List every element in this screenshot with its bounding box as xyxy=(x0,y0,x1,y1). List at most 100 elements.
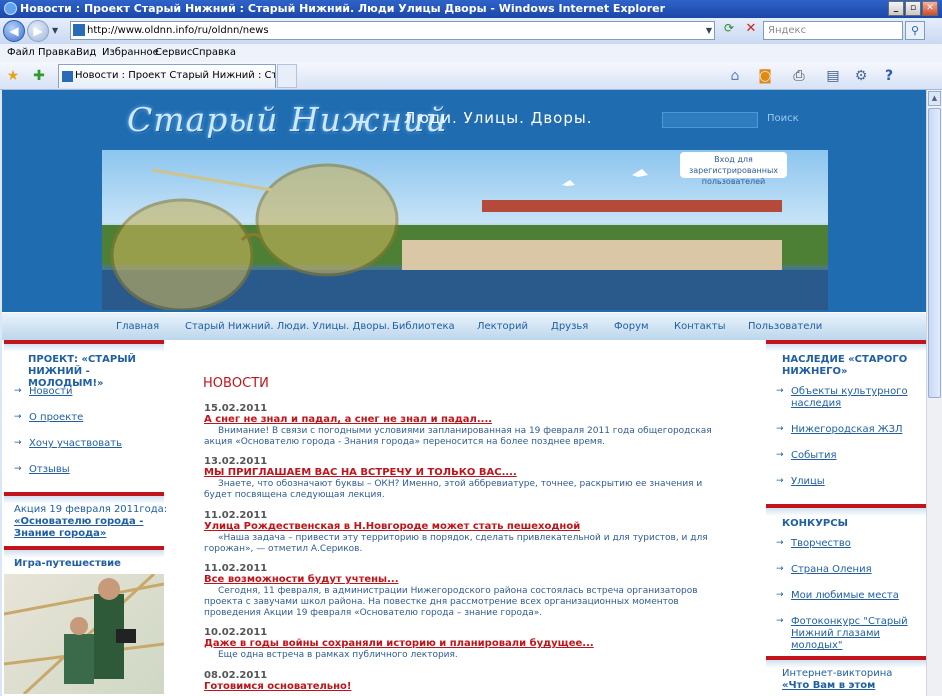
news-title[interactable]: Готовимся основательно! xyxy=(204,681,351,692)
site-search-input[interactable] xyxy=(662,112,758,128)
search-input[interactable]: Яндекс xyxy=(763,21,903,40)
news-date: 11.02.2011 xyxy=(204,563,268,574)
action-text: Акция 19 февраля 2011года: xyxy=(14,504,168,515)
action-box: Акция 19 февраля 2011года: «Основателю г… xyxy=(4,492,168,542)
vertical-scrollbar[interactable]: ▲ xyxy=(926,90,942,696)
minimize-button[interactable]: _ xyxy=(888,1,904,16)
nav-library[interactable]: Библиотека xyxy=(392,321,455,332)
quiz-box: Интернет-викторина «Что Вам в этом xyxy=(766,656,926,696)
news-title[interactable]: А снег не знал и падал, а снег не знал и… xyxy=(204,414,492,425)
nav-friends[interactable]: Друзья xyxy=(551,321,588,332)
stop-icon[interactable]: ✕ xyxy=(741,21,761,40)
address-url: http://www.oldnn.info/ru/oldnn/news xyxy=(87,25,269,36)
nav-forum[interactable]: Форум xyxy=(614,321,649,332)
news-title[interactable]: Даже в годы войны сохраняли историю и пл… xyxy=(204,638,594,649)
sidebar-item-olenia[interactable]: Страна Оления xyxy=(776,564,872,575)
quiz-text: Интернет-викторина xyxy=(782,668,893,679)
menu-bar: Файл Правка Вид Избранное Сервис Справка xyxy=(0,44,942,62)
sidebar-item-favorite-places[interactable]: Мои любимые места xyxy=(776,590,899,601)
site-slogan: Люди. Улицы. Дворы. xyxy=(404,109,593,127)
menu-favorites[interactable]: Избранное xyxy=(102,47,159,58)
rss-icon[interactable]: ◙ xyxy=(756,67,774,85)
box-header-gradient xyxy=(766,508,926,516)
search-icon[interactable]: ⚲ xyxy=(905,21,925,40)
news-text: Сегодня, 11 февраля, в администрации Ниж… xyxy=(204,586,698,618)
address-toolbar: ◀ ▶ ▼ http://www.oldnn.info/ru/oldnn/new… xyxy=(0,18,942,44)
news-date: 13.02.2011 xyxy=(204,456,268,467)
box-header-gradient xyxy=(4,344,164,352)
news-text: Знаете, что обозначают буквы – ОКН? Имен… xyxy=(204,479,703,500)
nav-lectures[interactable]: Лекторий xyxy=(477,321,528,332)
address-bar[interactable]: http://www.oldnn.info/ru/oldnn/news ▼ xyxy=(70,21,715,40)
maximize-button[interactable]: ▫ xyxy=(905,1,921,16)
add-favorite-icon[interactable]: ✚ xyxy=(30,67,48,85)
favorites-star-icon[interactable]: ★ xyxy=(4,67,22,85)
news-text: Еще одна встреча в рамках публичного лек… xyxy=(218,650,458,660)
tab-bar: ★ ✚ Новости : Проект Старый Нижний : Ста… xyxy=(0,62,942,90)
sidebar-item-creativity[interactable]: Творчество xyxy=(776,538,851,549)
quiz-link[interactable]: «Что Вам в этом xyxy=(782,680,875,691)
address-dropdown-icon[interactable]: ▼ xyxy=(706,22,712,39)
help-icon[interactable]: ? xyxy=(880,67,898,85)
menu-file[interactable]: Файл xyxy=(7,47,35,58)
menu-view[interactable]: Вид xyxy=(76,47,96,58)
action-link[interactable]: «Основателю города - Знание города» xyxy=(14,516,154,540)
sidebar-item-news[interactable]: Новости xyxy=(14,386,72,397)
contests-title: КОНКУРСЫ xyxy=(782,518,848,529)
news-title[interactable]: Все возможности будут учтены... xyxy=(204,574,399,585)
tab-favicon-icon xyxy=(62,71,73,82)
refresh-icon[interactable]: ⟳ xyxy=(719,21,739,40)
window-title: Новости : Проект Старый Нижний : Старый … xyxy=(20,2,666,15)
site-logo[interactable]: Старый Нижний xyxy=(127,100,448,139)
game-photo[interactable] xyxy=(3,572,165,696)
close-window-button[interactable]: ✕ xyxy=(922,1,938,16)
site-header: Старый Нижний Люди. Улицы. Дворы. Поиск xyxy=(2,90,926,322)
sidebar-item-famous-people[interactable]: Нижегородская ЖЗЛ xyxy=(776,424,903,435)
box-header-gradient xyxy=(4,550,164,558)
news-text: Внимание! В связи с погодными условиями … xyxy=(204,426,712,447)
menu-tools[interactable]: Сервис xyxy=(155,47,192,58)
box-header-gradient xyxy=(766,660,926,668)
history-dropdown-icon[interactable]: ▼ xyxy=(52,26,58,35)
box-header-gradient xyxy=(4,496,164,504)
news-text: «Наша задача – привести эту территорию в… xyxy=(204,533,708,554)
tools-gear-icon[interactable]: ⚙ xyxy=(852,67,870,85)
login-link[interactable]: Вход для зарегистрированных пользователе… xyxy=(680,152,787,186)
game-photo-illustration xyxy=(3,572,165,696)
title-bar: Новости : Проект Старый Нижний : Старый … xyxy=(0,0,942,18)
sidebar-item-photo-contest[interactable]: Фотоконкурс "Старый Нижний глазами молод… xyxy=(776,616,926,652)
nav-home[interactable]: Главная xyxy=(116,321,159,332)
menu-help[interactable]: Справка xyxy=(192,47,236,58)
tab-news[interactable]: Новости : Проект Старый Нижний : Старый … xyxy=(58,64,276,88)
nav-users[interactable]: Пользователи xyxy=(748,321,822,332)
game-title: Игра-путешествие xyxy=(14,558,121,569)
heritage-title: НАСЛЕДИЕ «СТАРОГО НИЖНЕГО» xyxy=(782,354,908,377)
news-date: 11.02.2011 xyxy=(204,510,268,521)
news-heading: НОВОСТИ xyxy=(203,376,269,391)
news-title[interactable]: МЫ ПРИГЛАШАЕМ ВАС НА ВСТРЕЧУ И ТОЛЬКО ВА… xyxy=(204,467,517,478)
browser-window: Новости : Проект Старый Нижний : Старый … xyxy=(0,0,942,696)
nav-contacts[interactable]: Контакты xyxy=(674,321,725,332)
news-title[interactable]: Улица Рождественская в Н.Новгороде может… xyxy=(204,521,580,532)
sidebar-item-streets[interactable]: Улицы xyxy=(776,476,825,487)
contests-box: КОНКУРСЫ Творчество Страна Оления Мои лю… xyxy=(766,504,926,656)
scroll-thumb[interactable] xyxy=(928,108,941,398)
sidebar-item-events[interactable]: События xyxy=(776,450,837,461)
scroll-up-icon[interactable]: ▲ xyxy=(928,91,941,106)
sidebar-item-participate[interactable]: Хочу участвовать xyxy=(14,438,122,449)
sidebar-item-about[interactable]: О проекте xyxy=(14,412,83,423)
sidebar-item-heritage-objects[interactable]: Объекты культурного наследия xyxy=(776,386,926,410)
project-box: ПРОЕКТ: «СТАРЫЙ НИЖНИЙ - МОЛОДЫМ!» Новос… xyxy=(4,340,164,484)
print-icon[interactable]: ⎙ xyxy=(790,67,808,85)
site-search-button[interactable]: Поиск xyxy=(767,113,799,124)
main-navigation: Главная Старый Нижний. Люди. Улицы. Двор… xyxy=(2,312,926,340)
nav-old-nizhny[interactable]: Старый Нижний. Люди. Улицы. Дворы. xyxy=(185,321,390,332)
home-icon[interactable]: ⌂ xyxy=(726,67,744,85)
menu-edit[interactable]: Правка xyxy=(38,47,76,58)
sidebar-item-reviews[interactable]: Отзывы xyxy=(14,464,70,475)
box-header-gradient xyxy=(766,344,926,352)
new-tab-button[interactable] xyxy=(277,64,297,88)
back-button[interactable]: ◀ xyxy=(3,20,25,42)
page-icon[interactable]: ▤ xyxy=(824,67,842,85)
forward-button[interactable]: ▶ xyxy=(27,20,49,42)
